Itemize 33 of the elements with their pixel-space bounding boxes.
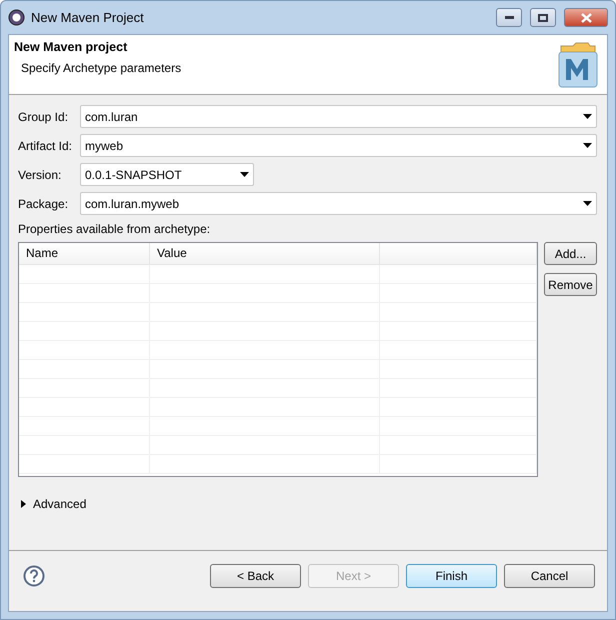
maximize-button[interactable]: [530, 8, 556, 27]
help-icon[interactable]: [23, 565, 45, 587]
combo-field[interactable]: 0.0.1-SNAPSHOT: [80, 163, 254, 186]
minimize-icon: [504, 16, 514, 20]
page-subtitle: Specify Archetype parameters: [21, 61, 182, 75]
combo-field[interactable]: com.luran: [80, 105, 597, 128]
dialog-button[interactable]: Finish: [406, 564, 497, 588]
dropdown-caret-icon[interactable]: [583, 114, 592, 119]
dropdown-caret-icon[interactable]: [583, 143, 592, 148]
advanced-label: Advanced: [33, 497, 86, 511]
field-label: Group Id:: [18, 110, 70, 124]
table-action-button[interactable]: Remove: [544, 273, 597, 296]
page-title: New Maven project: [14, 40, 128, 54]
column-header[interactable]: Name: [19, 243, 150, 264]
combo-field[interactable]: com.luran.myweb: [80, 192, 597, 215]
dropdown-caret-icon[interactable]: [583, 201, 592, 206]
dialog-button[interactable]: Cancel: [504, 564, 595, 588]
app-icon: [8, 9, 25, 26]
table-action-button[interactable]: Add...: [544, 242, 597, 265]
minimize-button[interactable]: [496, 8, 522, 27]
combo-field[interactable]: myweb: [80, 134, 597, 157]
close-icon: [580, 12, 592, 22]
field-label: Version:: [18, 168, 62, 182]
dialog-button[interactable]: < Back: [210, 564, 301, 588]
dropdown-caret-icon[interactable]: [240, 172, 249, 177]
properties-label: Properties available from archetype:: [18, 222, 212, 236]
maximize-icon: [538, 14, 548, 22]
field-label: Package:: [18, 196, 70, 210]
advanced-toggle[interactable]: Advanced: [20, 497, 86, 511]
close-button[interactable]: [564, 8, 608, 27]
column-header[interactable]: Value: [150, 243, 380, 264]
window-title: New Maven Project: [31, 10, 145, 25]
field-label: Artifact Id:: [18, 138, 74, 152]
